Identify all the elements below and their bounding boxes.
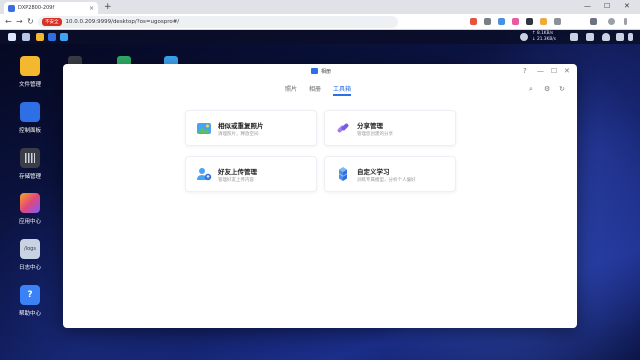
desktop-icon-control-panel[interactable]: 控制面板 — [14, 102, 46, 134]
new-tab-button[interactable]: + — [104, 2, 112, 12]
card-subtitle: 训练专属模型，分析个人偏好 — [357, 178, 416, 183]
desktop-icon-label: 帮助中心 — [18, 311, 41, 317]
desktop-icon-label: 应用中心 — [18, 219, 41, 225]
desktop-icon-storage[interactable]: 存储管理 — [14, 148, 46, 180]
url-text[interactable]: 10.0.0.209:9999/desktop/?os=ugospro#/ — [66, 19, 180, 25]
desktop-icon-label: 存储管理 — [18, 174, 41, 180]
window-titlebar[interactable]: 相册 ? — ☐ ✕ — [63, 64, 577, 78]
desktop-icon-app-center[interactable]: 应用中心 — [14, 193, 46, 225]
card-title: 自定义学习 — [357, 168, 390, 176]
browser-toolbar: ← → ↻ 不安全 10.0.0.209:9999/desktop/?os=ug… — [0, 14, 640, 30]
menu-icon[interactable] — [624, 18, 627, 25]
extension-blue-icon[interactable] — [498, 18, 505, 25]
browser-close-button[interactable]: ✕ — [624, 2, 630, 10]
search-icon[interactable]: ⌕ — [529, 85, 533, 94]
app-tab-bar: 照片 相册 工具箱 ⌕ ⚙ ↻ — [63, 82, 577, 96]
hidden-desktop-icon[interactable] — [68, 56, 82, 64]
profile-avatar-icon[interactable] — [608, 18, 615, 25]
download-icon[interactable] — [590, 18, 597, 25]
tool-card-custom-learning[interactable]: 自定义学习 训练专属模型，分析个人偏好 — [324, 156, 456, 192]
network-icon[interactable] — [520, 33, 528, 41]
system-taskbar: ↑ 8.1KB/s ↓ 21.3KB/s — [0, 30, 640, 44]
share-link-icon — [337, 123, 349, 133]
tool-card-share-management[interactable]: 分享管理 管理您创建的分享 — [324, 110, 456, 146]
extension-dark-icon[interactable] — [526, 18, 533, 25]
active-tab-indicator — [333, 94, 351, 96]
tab-title: DXP2800-209f — [18, 5, 55, 11]
card-title: 分享管理 — [357, 122, 383, 130]
card-title: 相似或重复照片 — [218, 122, 264, 130]
browser-maximize-button[interactable]: ☐ — [604, 2, 610, 10]
search-taskbar-icon[interactable] — [628, 33, 633, 41]
desktop-icon-label: 日志中心 — [18, 265, 41, 271]
photos-app-window: 相册 ? — ☐ ✕ 照片 相册 工具箱 ⌕ ⚙ ↻ 相似或重复照片 清理照片，… — [63, 64, 577, 328]
window-title: 相册 — [321, 69, 332, 75]
friends-upload-icon — [197, 168, 212, 181]
photos-app-logo-icon — [311, 68, 318, 74]
hidden-desktop-icon[interactable] — [117, 56, 131, 64]
browser-tab[interactable]: DXP2800-209f × — [4, 2, 98, 14]
help-center-icon: ? — [20, 285, 40, 305]
desktop-icon-label: 文件管理 — [18, 82, 41, 88]
control-panel-icon — [20, 102, 40, 122]
extension-puzzle-icon[interactable] — [554, 18, 561, 25]
show-desktop-icon[interactable] — [8, 33, 16, 41]
tab-favicon-icon — [8, 4, 15, 12]
download-speed: ↓ 21.3KB/s — [532, 37, 556, 42]
extension-grey-icon[interactable] — [484, 18, 491, 25]
card-title: 好友上传管理 — [218, 168, 257, 176]
forward-button[interactable]: → — [16, 17, 23, 26]
desktop-icon-help-center[interactable]: ? 帮助中心 — [14, 285, 46, 317]
window-help-button[interactable]: ? — [523, 67, 527, 75]
taskbar-app-icon[interactable] — [60, 33, 68, 41]
user-icon[interactable] — [586, 33, 594, 41]
upload-speed: ↑ 8.1KB/s — [532, 31, 554, 36]
insecure-badge[interactable]: 不安全 — [42, 18, 62, 26]
extension-orange-icon[interactable] — [540, 18, 547, 25]
app-launcher-icon[interactable] — [22, 33, 30, 41]
window-maximize-button[interactable]: ☐ — [551, 67, 557, 75]
hidden-desktop-icon[interactable] — [164, 56, 178, 64]
card-subtitle: 管理好友上传内容 — [218, 178, 254, 183]
extension-pink-icon[interactable] — [512, 18, 519, 25]
tab-photos[interactable]: 照片 — [285, 84, 297, 93]
app-center-icon — [20, 193, 40, 213]
browser-tab-bar: DXP2800-209f × + — ☐ ✕ — [0, 0, 640, 14]
back-button[interactable]: ← — [5, 17, 12, 26]
notification-bell-icon[interactable] — [602, 33, 610, 41]
custom-learning-icon — [339, 167, 347, 181]
address-bar[interactable]: 不安全 10.0.0.209:9999/desktop/?os=ugospro#… — [38, 16, 398, 28]
tool-card-friends-upload[interactable]: 好友上传管理 管理好友上传内容 — [185, 156, 317, 192]
tool-card-similar-photos[interactable]: 相似或重复照片 清理照片，释放空间 — [185, 110, 317, 146]
taskbar-photos-icon[interactable] — [48, 33, 56, 41]
taskbar-file-manager-icon[interactable] — [36, 33, 44, 41]
settings-icon[interactable]: ⚙ — [544, 85, 550, 93]
log-center-icon: /logs — [20, 239, 40, 259]
extension-red-icon[interactable] — [470, 18, 477, 25]
desktop-icon-label: 控制面板 — [18, 128, 41, 134]
desktop-icon-file-manager[interactable]: 文件管理 — [14, 56, 46, 88]
tab-close-icon[interactable]: × — [89, 5, 94, 12]
card-subtitle: 管理您创建的分享 — [357, 132, 393, 137]
window-minimize-button[interactable]: — — [537, 67, 544, 75]
widgets-icon[interactable] — [616, 33, 624, 41]
desktop-icon-log-center[interactable]: /logs 帮助中心 日志中心 — [14, 239, 46, 271]
browser-minimize-button[interactable]: — — [584, 2, 591, 10]
landscape-photo-icon — [197, 123, 211, 134]
window-close-button[interactable]: ✕ — [564, 67, 570, 75]
storage-icon — [20, 148, 40, 168]
folder-icon — [20, 56, 40, 76]
refresh-icon[interactable]: ↻ — [559, 85, 565, 93]
reload-button[interactable]: ↻ — [27, 17, 34, 26]
tab-albums[interactable]: 相册 — [309, 84, 321, 93]
card-subtitle: 清理照片，释放空间 — [218, 132, 259, 137]
task-list-icon[interactable] — [570, 33, 578, 41]
tab-toolbox[interactable]: 工具箱 — [333, 84, 351, 93]
